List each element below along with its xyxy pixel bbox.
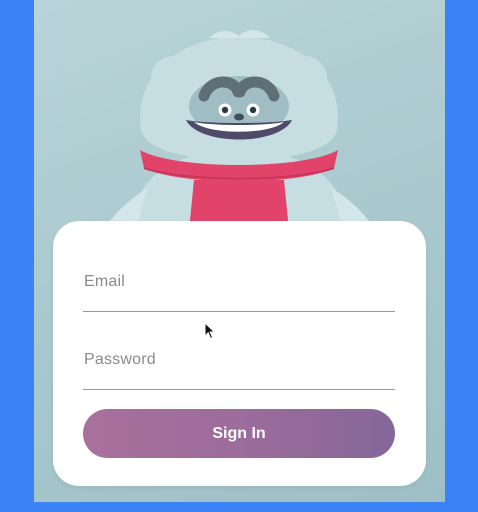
email-label: Email (84, 273, 126, 290)
mouse-pointer-icon (204, 322, 216, 340)
login-card: Email Password Sign In (53, 221, 426, 486)
password-label: Password (84, 351, 156, 368)
yeti-mascot-illustration (104, 30, 375, 240)
email-field[interactable]: Email (83, 267, 395, 312)
password-field[interactable]: Password (83, 345, 395, 390)
sign-in-button[interactable]: Sign In (83, 409, 395, 458)
login-screen: Email Password Sign In (34, 0, 445, 502)
